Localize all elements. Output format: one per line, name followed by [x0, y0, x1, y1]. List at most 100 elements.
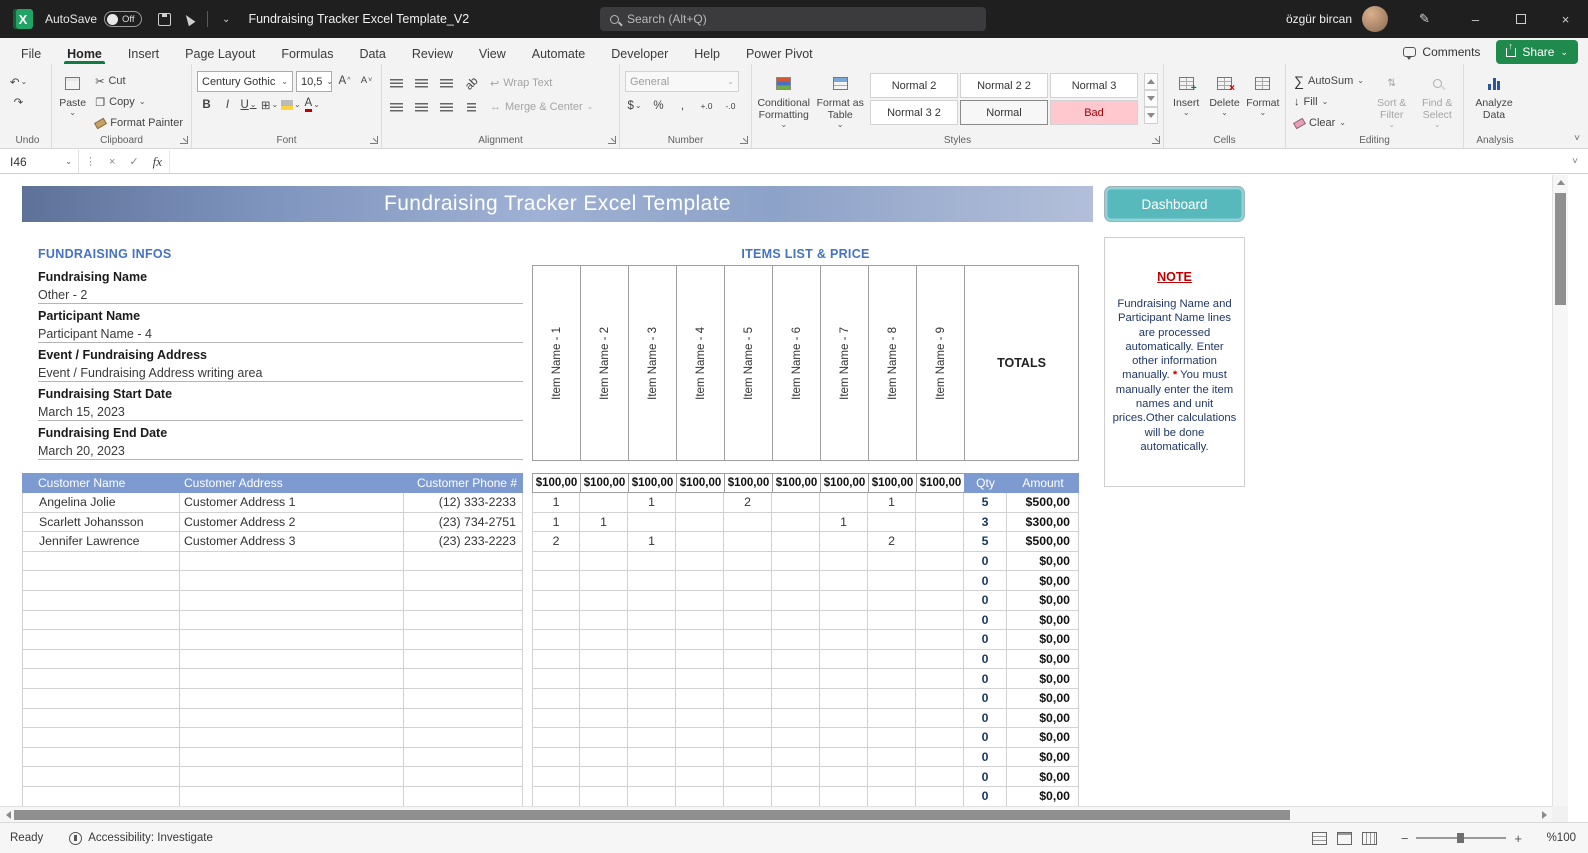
cell-item-qty-9[interactable] [916, 610, 964, 631]
cell-item-qty-9[interactable] [916, 571, 964, 591]
cell-item-qty-5[interactable] [724, 747, 772, 768]
cell-total-qty[interactable]: 0 [964, 571, 1007, 591]
info-field-value[interactable]: March 15, 2023 [38, 404, 523, 420]
zoom-slider-knob[interactable] [1457, 833, 1465, 843]
unit-price-cell-3[interactable]: $100,00 [629, 473, 677, 493]
cell-item-qty-4[interactable] [676, 590, 724, 611]
cell-customer-name[interactable] [22, 728, 180, 748]
cell-item-qty-3[interactable]: 1 [628, 532, 676, 552]
cell-item-qty-6[interactable] [772, 747, 820, 768]
cell-customer-phone[interactable] [404, 786, 523, 806]
cell-amount[interactable]: $0,00 [1007, 708, 1079, 729]
cell-item-qty-1[interactable] [532, 610, 580, 631]
cell-customer-address[interactable] [180, 551, 404, 572]
cell-customer-phone[interactable] [404, 630, 523, 650]
cell-customer-phone[interactable] [404, 590, 523, 611]
cell-customer-phone[interactable]: (12) 333-2233 [404, 493, 523, 513]
collapse-ribbon-icon[interactable]: ˅ [1574, 133, 1580, 144]
cell-item-qty-5[interactable] [724, 708, 772, 729]
cell-item-qty-3[interactable] [628, 551, 676, 572]
zoom-out-button[interactable]: − [1401, 831, 1409, 846]
cell-customer-address[interactable]: Customer Address 3 [180, 532, 404, 552]
insert-function-icon[interactable]: fx [146, 154, 169, 170]
cell-item-qty-1[interactable]: 1 [532, 493, 580, 513]
cell-item-qty-4[interactable] [676, 512, 724, 533]
cell-item-qty-9[interactable] [916, 669, 964, 689]
underline-button[interactable]: U ⌄ [239, 95, 258, 114]
cell-item-qty-8[interactable] [868, 649, 916, 670]
cell-item-qty-1[interactable] [532, 688, 580, 709]
gallery-up-button[interactable] [1144, 73, 1158, 90]
align-bottom-button[interactable] [437, 74, 456, 93]
cancel-entry-icon[interactable]: × [102, 156, 122, 168]
confirm-entry-icon[interactable]: ✓ [122, 155, 145, 168]
cell-item-qty-4[interactable] [676, 708, 724, 729]
cell-item-qty-2[interactable] [580, 551, 628, 572]
tab-formulas[interactable]: Formulas [268, 38, 346, 64]
cell-item-qty-7[interactable] [820, 747, 868, 768]
align-right-button[interactable] [437, 98, 456, 117]
cell-total-qty[interactable]: 0 [964, 590, 1007, 611]
cell-item-qty-3[interactable] [628, 630, 676, 650]
page-layout-view-button[interactable] [1336, 831, 1352, 845]
cell-item-qty-4[interactable] [676, 571, 724, 591]
tab-home[interactable]: Home [54, 38, 115, 64]
worksheet[interactable]: Fundraising Tracker Excel Template Dashb… [0, 175, 1552, 806]
tab-data[interactable]: Data [346, 38, 398, 64]
formula-bar-expand-icon[interactable]: ˅ [1572, 156, 1588, 167]
item-name-vertical-label[interactable]: Item Name - 5 [743, 327, 755, 400]
cell-item-qty-6[interactable] [772, 767, 820, 787]
item-name-vertical-label[interactable]: Item Name - 6 [791, 327, 803, 400]
cell-customer-address[interactable]: Customer Address 2 [180, 512, 404, 533]
cursor-icon[interactable] [182, 12, 196, 26]
cell-item-qty-3[interactable] [628, 708, 676, 729]
namebox-resize-handle[interactable]: ⋮ [78, 150, 102, 173]
cell-item-qty-6[interactable] [772, 571, 820, 591]
cell-amount[interactable]: $0,00 [1007, 669, 1079, 689]
cell-item-qty-9[interactable] [916, 551, 964, 572]
cell-item-qty-8[interactable]: 1 [868, 493, 916, 513]
unit-price-cell-6[interactable]: $100,00 [773, 473, 821, 493]
gallery-more-button[interactable] [1144, 107, 1158, 124]
cell-item-qty-5[interactable] [724, 512, 772, 533]
header-amount[interactable]: Amount [1007, 473, 1079, 493]
cell-total-qty[interactable]: 5 [964, 493, 1007, 513]
increase-font-button[interactable]: A ^ [335, 71, 354, 90]
cell-item-qty-2[interactable] [580, 630, 628, 650]
cell-customer-name[interactable]: Angelina Jolie [22, 493, 180, 513]
cell-item-qty-7[interactable] [820, 493, 868, 513]
cell-amount[interactable]: $0,00 [1007, 571, 1079, 591]
horizontal-scroll-thumb[interactable] [14, 810, 1290, 820]
cell-amount[interactable]: $0,00 [1007, 747, 1079, 768]
tab-review[interactable]: Review [399, 38, 466, 64]
cell-item-qty-2[interactable] [580, 708, 628, 729]
cell-item-qty-7[interactable] [820, 786, 868, 806]
cell-item-qty-9[interactable] [916, 493, 964, 513]
item-name-vertical-label[interactable]: Item Name - 1 [551, 327, 563, 400]
cell-style-normal[interactable]: Normal [960, 100, 1048, 125]
cell-customer-phone[interactable] [404, 747, 523, 768]
page-break-view-button[interactable] [1361, 831, 1377, 845]
cell-item-qty-1[interactable] [532, 571, 580, 591]
cell-item-qty-5[interactable] [724, 532, 772, 552]
cell-customer-phone[interactable] [404, 571, 523, 591]
cell-customer-address[interactable] [180, 688, 404, 709]
indent-button[interactable] [462, 98, 481, 117]
format-cells-button[interactable]: Format ⌄ [1246, 68, 1280, 117]
cell-item-qty-8[interactable] [868, 551, 916, 572]
cell-item-qty-3[interactable] [628, 610, 676, 631]
zoom-in-button[interactable]: + [1514, 831, 1522, 846]
zoom-slider[interactable] [1416, 833, 1507, 843]
cell-item-qty-6[interactable] [772, 708, 820, 729]
cell-item-qty-8[interactable]: 2 [868, 532, 916, 552]
cell-item-qty-5[interactable] [724, 590, 772, 611]
cell-item-qty-6[interactable] [772, 493, 820, 513]
gallery-down-button[interactable] [1144, 90, 1158, 107]
cut-button[interactable]: ✂ Cut [92, 71, 186, 91]
font-color-button[interactable]: A ⌄ [303, 95, 322, 114]
cell-customer-phone[interactable] [404, 767, 523, 787]
cell-item-qty-4[interactable] [676, 767, 724, 787]
cell-amount[interactable]: $0,00 [1007, 610, 1079, 631]
vertical-scrollbar[interactable] [1552, 175, 1568, 806]
cell-customer-name[interactable] [22, 571, 180, 591]
